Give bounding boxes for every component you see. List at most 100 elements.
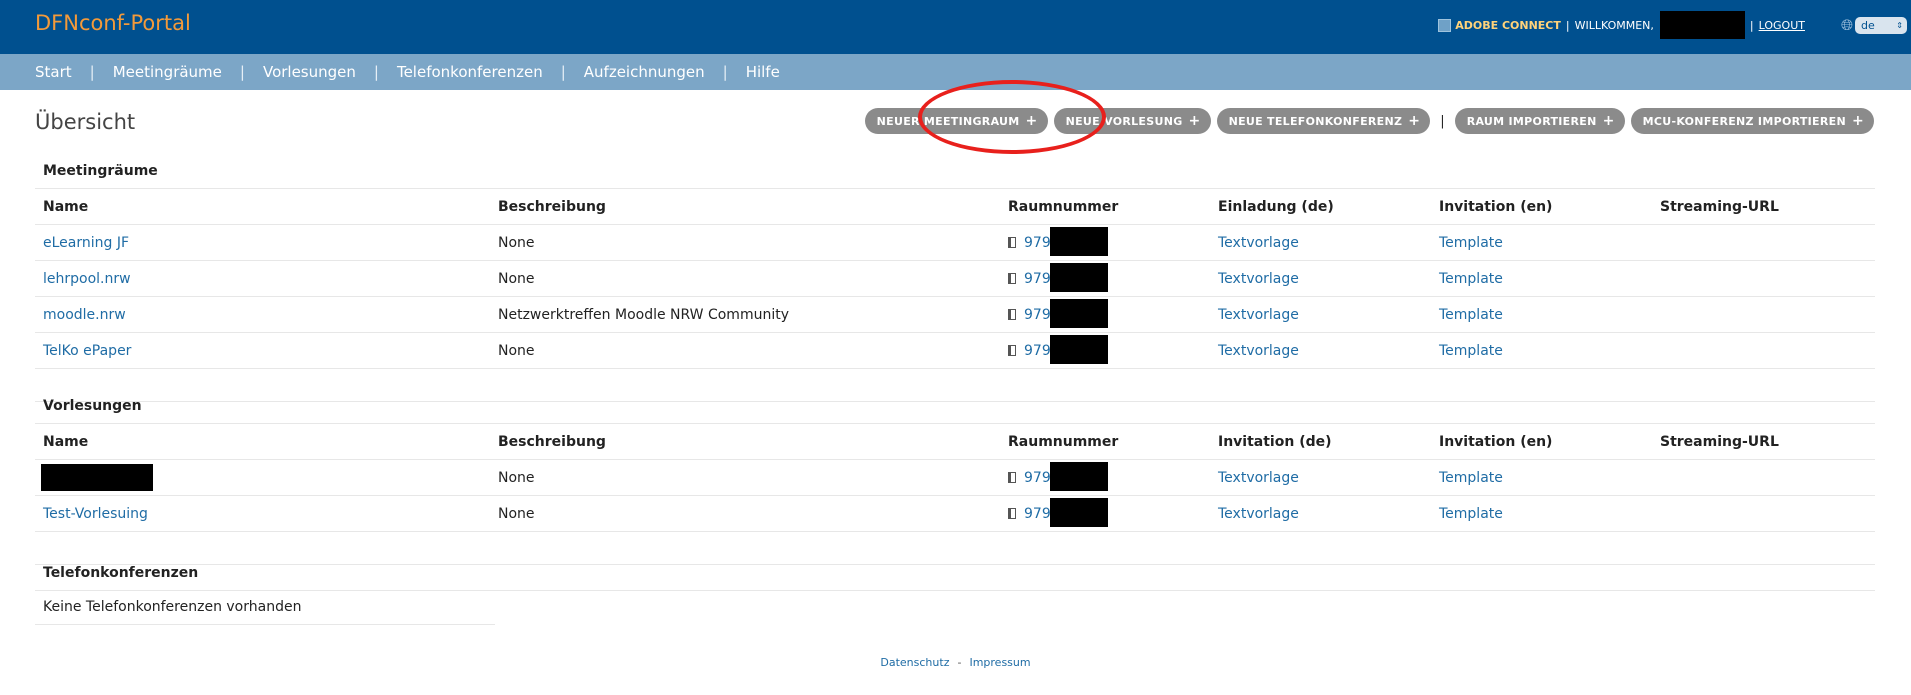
separator: |	[1565, 18, 1570, 32]
nav-item-hilfe[interactable]: Hilfe	[746, 63, 780, 81]
column-header: Invitation (en)	[1431, 424, 1652, 460]
redacted-room-number	[1050, 462, 1108, 491]
button-label: NEUE TELEFONKONFERENZ	[1228, 114, 1403, 128]
redacted-room-number	[1050, 263, 1108, 292]
action-separator: |	[1440, 113, 1445, 129]
room-name-link[interactable]: lehrpool.nrw	[43, 271, 131, 287]
column-header: Name	[35, 424, 490, 460]
lecture-description: None	[490, 459, 1000, 496]
logout-link[interactable]: LOGOUT	[1759, 19, 1805, 32]
invitation-en-link[interactable]: Template	[1439, 343, 1503, 359]
table-row: Test-Vorlesuing None 9798 Textvorlage Te…	[35, 495, 1875, 532]
footer-separator: -	[957, 656, 962, 669]
door-icon	[1008, 308, 1016, 320]
door-icon	[1008, 344, 1016, 356]
user-menu: ADOBE CONNECT | WILLKOMMEN, | LOGOUT 🌐︎ …	[1438, 11, 1911, 39]
red-highlight-annotation	[918, 80, 1106, 154]
adobe-connect-icon	[1438, 18, 1452, 32]
invitation-de-link[interactable]: Textvorlage	[1218, 271, 1299, 287]
separator: |	[1749, 18, 1754, 32]
table-header-row: Name Beschreibung Raumnummer Invitation …	[35, 424, 1875, 460]
invitation-en-link[interactable]: Template	[1439, 506, 1503, 522]
invitation-en-link[interactable]: Template	[1439, 235, 1503, 251]
column-header: Invitation (en)	[1431, 189, 1652, 225]
room-name-link[interactable]: moodle.nrw	[43, 307, 126, 323]
section-title: Meetingräume	[35, 154, 1875, 189]
import-mcu-conference-button[interactable]: MCU-KONFERENZ IMPORTIEREN +	[1630, 108, 1874, 134]
nav-item-vorlesungen[interactable]: Vorlesungen	[263, 63, 356, 81]
chevron-updown-icon: ⇕	[1896, 20, 1903, 30]
room-description: None	[490, 224, 1000, 261]
language-select[interactable]: de ⇕	[1855, 16, 1907, 34]
redacted-lecture-name	[41, 464, 153, 491]
streaming-url	[1652, 332, 1875, 369]
column-header: Beschreibung	[490, 424, 1000, 460]
column-header: Beschreibung	[490, 189, 1000, 225]
redacted-room-number	[1050, 299, 1108, 328]
privacy-link[interactable]: Datenschutz	[880, 656, 949, 669]
import-room-button[interactable]: RAUM IMPORTIEREN +	[1454, 108, 1625, 134]
nav-item-meetingraeume[interactable]: Meetingräume	[113, 63, 222, 81]
button-label: RAUM IMPORTIEREN	[1466, 114, 1597, 128]
door-icon	[1008, 272, 1016, 284]
invitation-en-link[interactable]: Template	[1439, 271, 1503, 287]
button-label: MCU-KONFERENZ IMPORTIEREN	[1642, 114, 1846, 128]
nav-separator: |	[722, 63, 728, 81]
column-header: Raumnummer	[1000, 424, 1210, 460]
nav-item-telefonkonferenzen[interactable]: Telefonkonferenzen	[397, 63, 543, 81]
redacted-username	[1659, 11, 1745, 39]
table-row: eLearning JF None 9796 Textvorlage Templ…	[35, 224, 1875, 261]
table-row: None 9798 Textvorlage Template	[35, 459, 1875, 496]
door-icon	[1008, 236, 1016, 248]
streaming-url	[1652, 224, 1875, 261]
plus-icon: +	[1408, 113, 1421, 129]
redacted-room-number	[1050, 498, 1108, 527]
invitation-en-link[interactable]: Template	[1439, 307, 1503, 323]
nav-separator: |	[89, 63, 95, 81]
invitation-de-link[interactable]: Textvorlage	[1218, 343, 1299, 359]
streaming-url	[1652, 296, 1875, 333]
column-header: Einladung (de)	[1210, 189, 1431, 225]
adobe-connect-link[interactable]: ADOBE CONNECT	[1438, 18, 1561, 32]
column-header: Streaming-URL	[1652, 424, 1875, 460]
nav-item-start[interactable]: Start	[35, 63, 72, 81]
table-row: moodle.nrw Netzwerktreffen Moodle NRW Co…	[35, 296, 1875, 333]
streaming-url	[1652, 495, 1875, 532]
door-icon	[1008, 471, 1016, 483]
plus-icon: +	[1602, 113, 1615, 129]
redacted-room-number	[1050, 227, 1108, 256]
page-title: Übersicht	[35, 110, 136, 134]
lectures-table: Name Beschreibung Raumnummer Invitation …	[35, 424, 1875, 532]
invitation-de-link[interactable]: Textvorlage	[1218, 506, 1299, 522]
invitation-de-link[interactable]: Textvorlage	[1218, 470, 1299, 486]
lecture-name-link[interactable]: Test-Vorlesuing	[43, 506, 148, 522]
imprint-link[interactable]: Impressum	[969, 656, 1030, 669]
lectures-section: Vorlesungen Name Beschreibung Raumnummer…	[35, 389, 1875, 565]
lecture-description: None	[490, 495, 1000, 532]
meetingrooms-table: Name Beschreibung Raumnummer Einladung (…	[35, 189, 1875, 369]
room-name-link[interactable]: eLearning JF	[43, 235, 129, 251]
column-header: Streaming-URL	[1652, 189, 1875, 225]
adobe-connect-label: ADOBE CONNECT	[1455, 18, 1561, 32]
empty-state-text: Keine Telefonkonferenzen vorhanden	[35, 591, 495, 625]
column-header: Name	[35, 189, 490, 225]
invitation-en-link[interactable]: Template	[1439, 470, 1503, 486]
nav-item-aufzeichnungen[interactable]: Aufzeichnungen	[584, 63, 705, 81]
streaming-url	[1652, 260, 1875, 297]
footer: Datenschutz - Impressum	[0, 656, 1911, 669]
new-phoneconference-button[interactable]: NEUE TELEFONKONFERENZ +	[1216, 108, 1431, 134]
main-nav: Start | Meetingräume | Vorlesungen | Tel…	[0, 54, 1911, 90]
brand-logo[interactable]: DFNconf-Portal	[35, 11, 191, 35]
column-header: Invitation (de)	[1210, 424, 1431, 460]
meetingrooms-section: Meetingräume Name Beschreibung Raumnumme…	[35, 154, 1875, 402]
redacted-room-number	[1050, 335, 1108, 364]
section-title: Telefonkonferenzen	[35, 556, 1875, 591]
column-header: Raumnummer	[1000, 189, 1210, 225]
room-description: Netzwerktreffen Moodle NRW Community	[490, 296, 1000, 333]
plus-icon: +	[1851, 113, 1864, 129]
nav-separator: |	[560, 63, 566, 81]
invitation-de-link[interactable]: Textvorlage	[1218, 235, 1299, 251]
top-header: DFNconf-Portal ADOBE CONNECT | WILLKOMME…	[0, 0, 1911, 54]
room-name-link[interactable]: TelKo ePaper	[43, 343, 131, 359]
invitation-de-link[interactable]: Textvorlage	[1218, 307, 1299, 323]
